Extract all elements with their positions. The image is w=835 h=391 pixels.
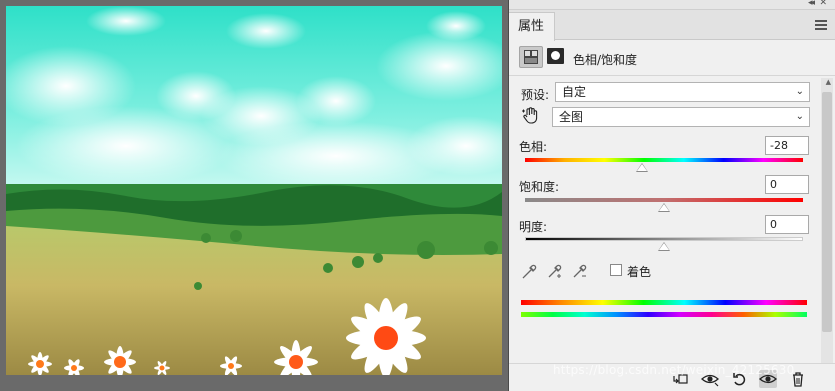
lightness-slider-thumb[interactable]: [658, 242, 670, 251]
eyedropper-add-icon[interactable]: [546, 262, 564, 280]
panel-menu-icon[interactable]: [815, 20, 827, 30]
eyedropper-subtract-icon[interactable]: [571, 262, 589, 280]
chevron-down-icon: ⌄: [795, 111, 804, 122]
properties-panel: ◂◂ ✕ 属性 色相/饱和度 ▲ 预设: 自定 ⌄ 全图 ⌄ 色相: -28 饱…: [508, 0, 835, 391]
target-adjust-hand-icon[interactable]: [521, 106, 541, 126]
panel-tabbar: 属性: [509, 10, 835, 41]
preset-value: 自定: [562, 85, 587, 99]
saturation-label: 饱和度:: [519, 180, 560, 194]
document-image[interactable]: [6, 6, 502, 375]
colorize-checkbox[interactable]: [610, 264, 622, 276]
panel-scrollbar-thumb[interactable]: [822, 92, 832, 332]
adjustment-header: 色相/饱和度: [509, 40, 835, 76]
input-color-bar: [521, 300, 807, 305]
watermark-text: https://blog.csdn.net/weixin_42125630: [553, 363, 795, 377]
document-canvas-area: [0, 0, 508, 391]
saturation-slider-thumb[interactable]: [658, 203, 670, 212]
adjustment-title: 色相/饱和度: [573, 53, 638, 67]
hue-saturation-adjustment-icon[interactable]: [519, 46, 543, 68]
range-select[interactable]: 全图 ⌄: [552, 107, 810, 127]
hue-slider-track[interactable]: [525, 158, 803, 162]
preset-select[interactable]: 自定 ⌄: [555, 82, 810, 102]
output-color-bar: [521, 312, 807, 317]
saturation-input[interactable]: 0: [765, 175, 809, 194]
hue-input[interactable]: -28: [765, 136, 809, 155]
workspace: ◂◂ ✕ 属性 色相/饱和度 ▲ 预设: 自定 ⌄ 全图 ⌄ 色相: -28 饱…: [0, 0, 835, 391]
layer-mask-icon[interactable]: [547, 48, 564, 64]
colorize-label: 着色: [627, 265, 652, 279]
saturation-slider-track[interactable]: [525, 198, 803, 202]
eyedropper-icon[interactable]: [521, 262, 539, 280]
tab-properties[interactable]: 属性: [509, 12, 555, 41]
lightness-slider-track[interactable]: [525, 237, 803, 241]
lightness-label: 明度:: [519, 220, 548, 234]
hue-label: 色相:: [519, 140, 548, 154]
lightness-input[interactable]: 0: [765, 215, 809, 234]
collapse-icon[interactable]: ◂◂: [808, 0, 815, 8]
range-value: 全图: [559, 110, 584, 124]
scroll-up-arrow-icon[interactable]: ▲: [826, 78, 831, 86]
close-icon[interactable]: ✕: [819, 0, 827, 8]
hue-slider-thumb[interactable]: [636, 163, 649, 172]
preset-label: 预设:: [521, 88, 550, 102]
panel-topbar: ◂◂ ✕: [509, 0, 835, 10]
chevron-down-icon: ⌄: [795, 86, 804, 97]
